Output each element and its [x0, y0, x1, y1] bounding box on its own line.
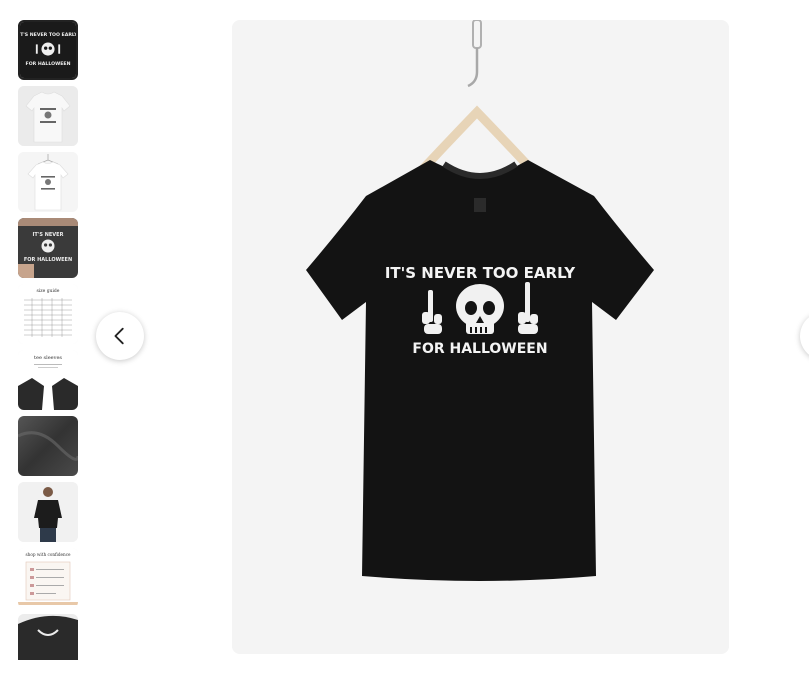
thumbnail-tee-sleeves[interactable]: tee sleeves	[18, 350, 78, 410]
tee-sleeves-thumbnail-image: tee sleeves	[18, 350, 78, 410]
black-tee-thumbnail-image: IT'S NEVER TOO EARLY FOR HALLOWEEN	[20, 22, 76, 78]
tee-sleeves-title: tee sleeves	[34, 355, 62, 361]
thumbnail-black-tee-detail[interactable]	[18, 614, 78, 660]
thumbnail-white-tee-hanger[interactable]	[18, 152, 78, 212]
chevron-left-icon	[114, 327, 124, 345]
design-text-line2: FOR HALLOWEEN	[412, 341, 547, 357]
thumbnail-fabric[interactable]	[18, 416, 78, 476]
svg-text:IT'S NEVER: IT'S NEVER	[33, 232, 64, 238]
shop-confidence-thumbnail-image: shop with confidence	[18, 548, 78, 608]
model-closeup-thumbnail-image: IT'S NEVER FOR HALLOWEEN	[18, 218, 78, 278]
model-full-thumbnail-image	[18, 482, 78, 542]
main-product-image[interactable]: IT'S NEVER TOO EARLY FOR HALLOWEEN	[232, 20, 729, 654]
thumbnail-black-tee[interactable]: IT'S NEVER TOO EARLY FOR HALLOWEEN	[18, 20, 78, 80]
white-tee-hanger-thumbnail-image	[18, 152, 78, 212]
thumbnail-model-closeup[interactable]: IT'S NEVER FOR HALLOWEEN	[18, 218, 78, 278]
design-text-line1: IT'S NEVER TOO EARLY	[385, 264, 576, 282]
shop-confidence-title: shop with confidence	[25, 552, 71, 557]
svg-text:FOR HALLOWEEN: FOR HALLOWEEN	[26, 61, 71, 67]
thumbnail-rail: IT'S NEVER TOO EARLY FOR HALLOWEEN IT'S …	[18, 20, 78, 660]
thumbnail-shop-confidence[interactable]: shop with confidence	[18, 548, 78, 608]
previous-image-button[interactable]	[96, 312, 144, 360]
black-tee-detail-thumbnail-image	[18, 614, 78, 660]
svg-text:FOR HALLOWEEN: FOR HALLOWEEN	[24, 257, 72, 263]
thumbnail-size-guide[interactable]: size guide	[18, 284, 78, 344]
thumbnail-model-full[interactable]	[18, 482, 78, 542]
size-guide-title: size guide	[37, 288, 60, 294]
size-guide-thumbnail-image: size guide	[18, 284, 78, 344]
fabric-thumbnail-image	[18, 416, 78, 476]
product-photo: IT'S NEVER TOO EARLY FOR HALLOWEEN	[232, 20, 729, 654]
svg-text:IT'S NEVER TOO EARLY: IT'S NEVER TOO EARLY	[20, 32, 76, 38]
white-tee-thumbnail-image	[18, 86, 78, 146]
thumbnail-white-tee[interactable]	[18, 86, 78, 146]
next-image-button[interactable]	[800, 312, 809, 360]
